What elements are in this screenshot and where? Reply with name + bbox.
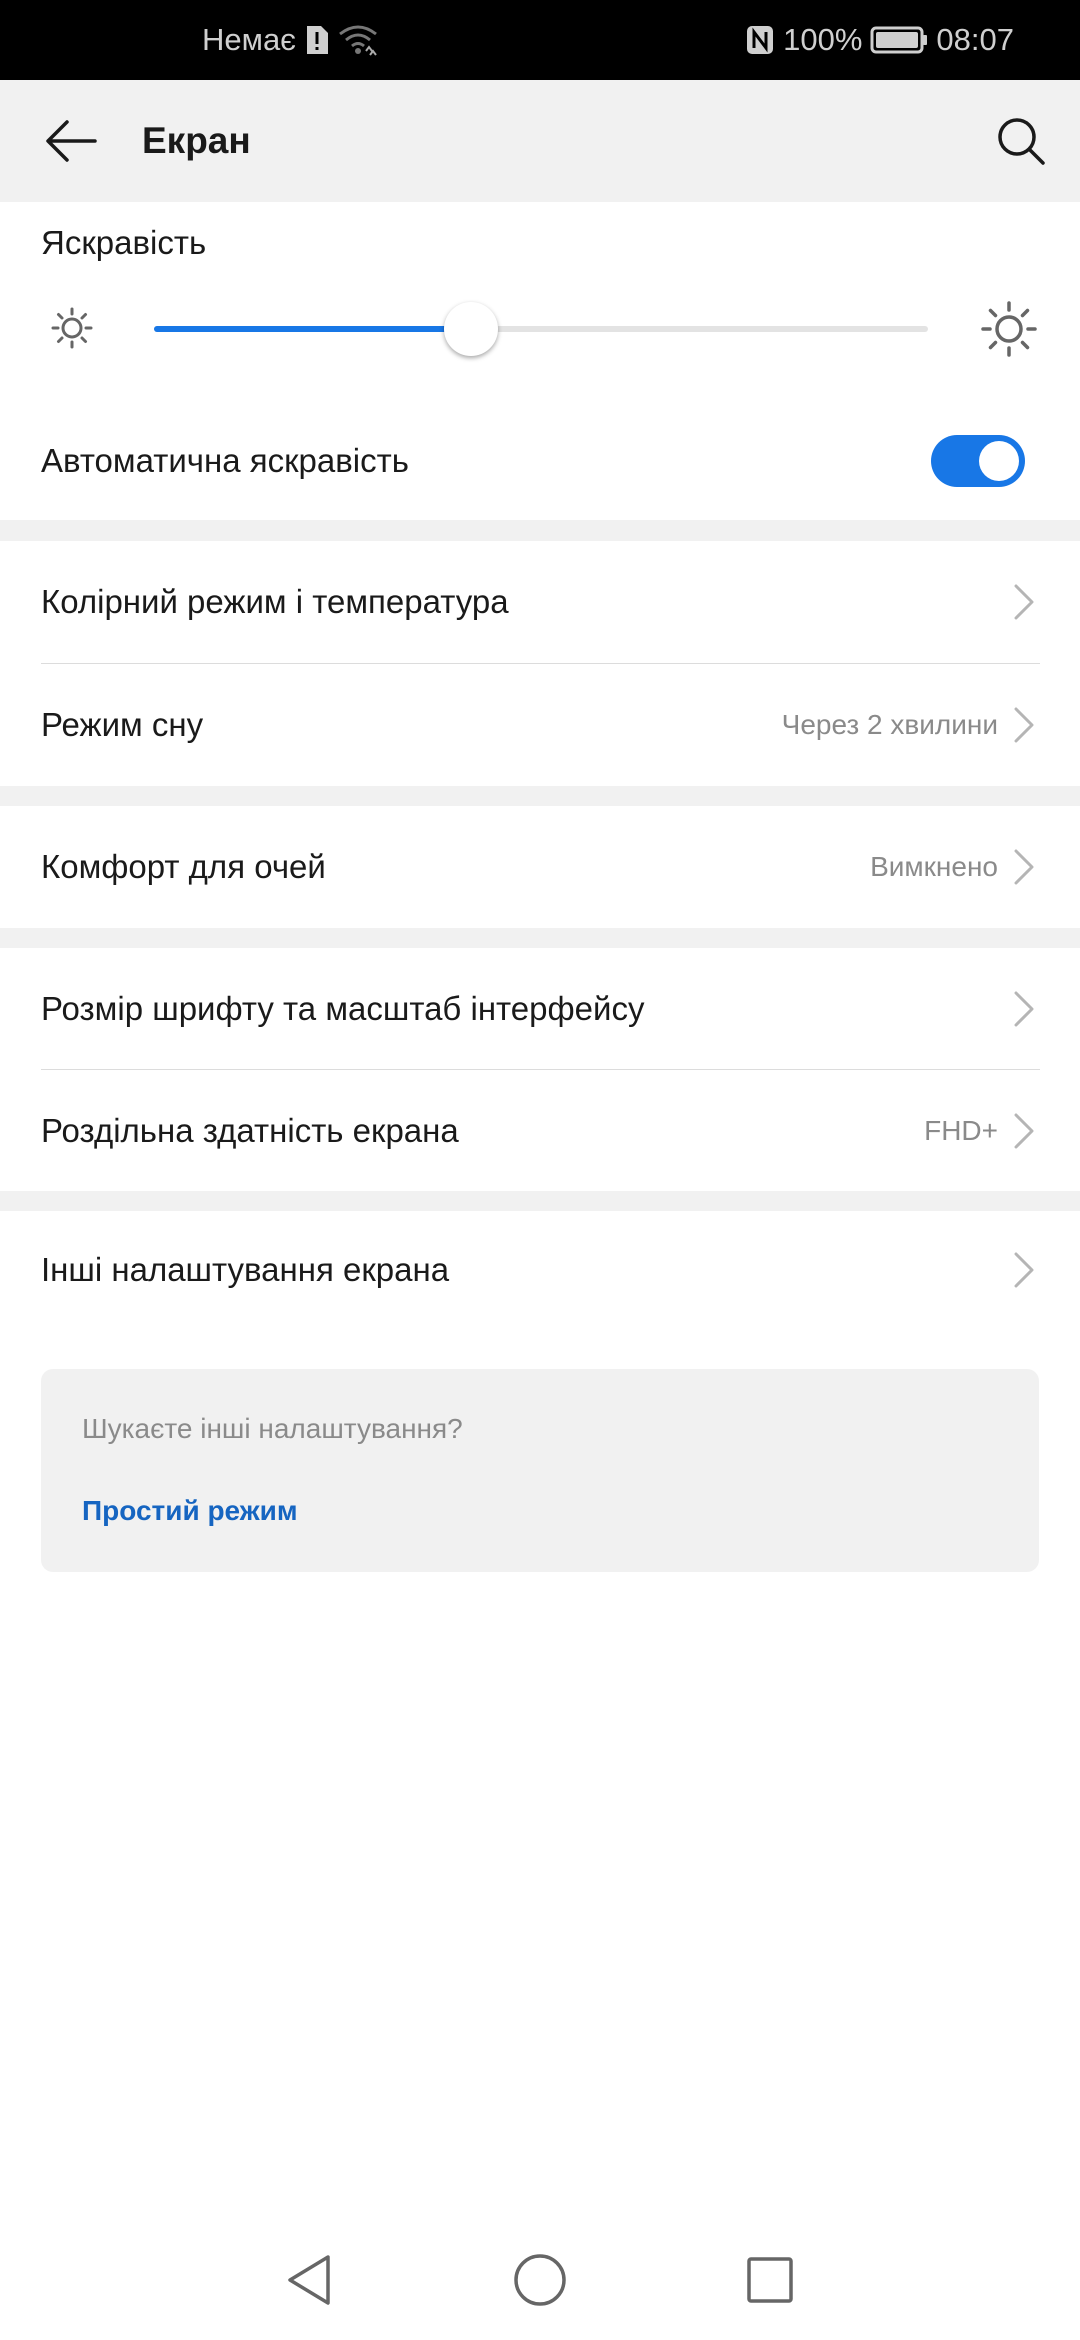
auto-brightness-toggle[interactable] (931, 435, 1025, 487)
suggestion-card: Шукаєте інші налаштування? Простий режим (41, 1369, 1039, 1572)
sleep-row[interactable]: Режим сну Через 2 хвилини (0, 664, 1080, 786)
chevron-right-icon (1014, 991, 1034, 1027)
chevron-right-icon (1014, 707, 1034, 743)
navigation-bar (0, 2218, 1080, 2340)
font-size-row[interactable]: Розмір шрифту та масштаб інтерфейсу (0, 948, 1080, 1070)
auto-brightness-label: Автоматична яскравість (41, 442, 409, 479)
nav-home-button[interactable] (508, 2248, 572, 2312)
resolution-label: Роздільна здатність екрана (41, 1112, 459, 1149)
brightness-high-icon (981, 301, 1037, 357)
nav-recents-icon (747, 2257, 793, 2303)
auto-brightness-row[interactable]: Автоматична яскравість (0, 412, 1080, 510)
simple-mode-link[interactable]: Простий режим (82, 1495, 298, 1527)
app-bar: Екран (0, 80, 1080, 202)
page-title: Екран (142, 120, 251, 161)
clock: 08:07 (936, 22, 1014, 57)
color-mode-label: Колірний режим і температура (41, 583, 509, 620)
status-bar: Немає 100% 08:07 (0, 0, 1080, 80)
toggle-knob (979, 441, 1019, 481)
nav-recents-button[interactable] (738, 2248, 802, 2312)
slider-fill (154, 326, 472, 332)
battery-percent: 100% (783, 22, 863, 57)
nfc-icon (745, 24, 775, 56)
font-size-label: Розмір шрифту та масштаб інтерфейсу (41, 990, 645, 1027)
eye-comfort-label: Комфорт для очей (41, 848, 326, 885)
sleep-label: Режим сну (41, 706, 204, 743)
brightness-low-icon (51, 307, 93, 349)
battery-icon (870, 25, 928, 55)
status-right: 100% 08:07 (745, 0, 1014, 80)
other-settings-label: Інші налаштування екрана (41, 1251, 450, 1288)
back-button[interactable] (36, 111, 106, 171)
search-button[interactable] (988, 111, 1054, 171)
sim-alert-icon (304, 24, 330, 56)
nav-back-button[interactable] (277, 2248, 341, 2312)
nav-back-icon (288, 2255, 330, 2305)
sleep-value: Через 2 хвилини (781, 709, 998, 740)
section-gap (0, 786, 1080, 806)
status-left: Немає (202, 0, 378, 80)
carrier-text: Немає (202, 22, 296, 57)
chevron-right-icon (1014, 849, 1034, 885)
search-icon (998, 118, 1045, 165)
suggestion-question: Шукаєте інші налаштування? (82, 1413, 463, 1444)
slider-thumb[interactable] (444, 302, 499, 356)
other-settings-row[interactable]: Інші налаштування екрана (0, 1211, 1080, 1329)
section-gap (0, 1191, 1080, 1211)
back-arrow-icon (46, 120, 97, 162)
chevron-right-icon (1014, 584, 1034, 620)
nav-home-icon (514, 2254, 566, 2306)
section-gap (0, 520, 1080, 541)
color-mode-row[interactable]: Колірний режим і температура (0, 541, 1080, 663)
eye-comfort-row[interactable]: Комфорт для очей Вимкнено (0, 806, 1080, 928)
resolution-row[interactable]: Роздільна здатність екрана FHD+ (0, 1070, 1080, 1192)
brightness-label: Яскравість (41, 224, 207, 261)
section-gap (0, 928, 1080, 948)
chevron-right-icon (1014, 1113, 1034, 1149)
resolution-value: FHD+ (924, 1115, 998, 1146)
eye-comfort-value: Вимкнено (870, 851, 998, 882)
chevron-right-icon (1014, 1252, 1034, 1288)
wifi-icon (338, 24, 378, 56)
brightness-slider[interactable] (154, 302, 928, 356)
